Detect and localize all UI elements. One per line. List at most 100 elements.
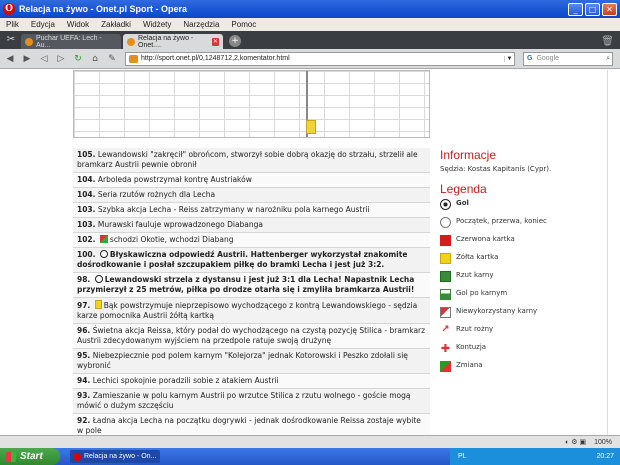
maximize-button[interactable]: □ <box>585 2 600 16</box>
menu-bar: Plik Edycja Widok Zakładki Widżety Narzę… <box>0 18 620 31</box>
reload-icon[interactable]: ↻ <box>71 52 85 66</box>
penalty-goal-icon <box>440 289 451 300</box>
legend-heading: Legenda <box>440 182 487 196</box>
legend-item: Początek, przerwa, koniec <box>440 217 580 228</box>
minute-label: 104. <box>77 190 96 199</box>
url-text: http://sport.onet.pl/0,1248712,2,komenta… <box>141 55 290 62</box>
search-input[interactable]: G Google ⌕ <box>523 51 613 66</box>
penalty-icon <box>440 271 451 282</box>
legend-label: Gol <box>456 199 469 207</box>
menu-item-edit[interactable]: Edycja <box>25 20 61 29</box>
new-tab-button[interactable]: + <box>229 35 241 47</box>
trash-icon[interactable]: 🗑 <box>601 36 614 47</box>
commentary-text: Błyskawiczna odpowiedź Austrii. Hattenbe… <box>77 250 408 269</box>
yellow-marker <box>306 120 316 134</box>
missed-penalty-icon <box>440 307 451 318</box>
legend-item: Gol <box>440 199 580 210</box>
forward-icon[interactable]: ▶ <box>20 52 34 66</box>
legend-label: Niewykorzystany karny <box>456 307 538 315</box>
commentary-entry: 97. Bąk powstrzymuje nieprzepisowo wycho… <box>73 298 430 324</box>
goal-icon <box>94 275 103 283</box>
legend-item: Niewykorzystany karny <box>440 307 580 318</box>
tab-favicon-icon <box>25 37 33 46</box>
commentary-text: Niebezpiecznie pod polem karnym "Kolejor… <box>77 351 408 370</box>
fast-forward-icon[interactable]: ▷ <box>54 52 68 66</box>
window-title: Relacja na żywo - Onet.pl Sport - Opera <box>19 4 188 14</box>
tab-favicon-icon <box>127 37 135 46</box>
red-card-icon <box>440 235 451 246</box>
close-button[interactable]: ✕ <box>602 2 617 16</box>
search-placeholder: Google <box>536 55 560 62</box>
legend-label: Zmiana <box>456 361 483 369</box>
minute-label: 103. <box>77 220 96 229</box>
commentary-text: Lewandowski strzela z dystansu i jest ju… <box>77 275 415 294</box>
menu-item-tools[interactable]: Narzędzia <box>177 20 225 29</box>
commentary-entry: 102. schodzi Okotie, wchodzi Diabang <box>73 233 430 248</box>
status-bar: ◐ ⚙ ▣ 100% <box>0 435 620 448</box>
menu-item-help[interactable]: Pomoc <box>225 20 262 29</box>
address-dropdown-icon[interactable]: ▼ <box>504 55 514 62</box>
language-indicator[interactable]: PL <box>458 453 467 460</box>
commentary-text: Świetna akcja Reissa, który podał do wyc… <box>77 326 426 345</box>
injury-icon: ✚ <box>440 342 451 355</box>
menu-item-bookmarks[interactable]: Zakładki <box>95 20 137 29</box>
commentary-entry: 104. Seria rzutów rożnych dla Lecha <box>73 188 430 203</box>
legend-item: Żółta kartka <box>440 253 580 264</box>
navigation-bar: ◀ ▶ ◁ ▷ ↻ ⌂ ✎ http://sport.onet.pl/0,124… <box>0 49 620 69</box>
commentary-entry: 100. Błyskawiczna odpowiedź Austrii. Hat… <box>73 248 430 273</box>
zoom-level[interactable]: 100% <box>594 439 612 446</box>
menu-item-widgets[interactable]: Widżety <box>137 20 177 29</box>
legend-item: ↗ Rzut rożny <box>440 325 580 336</box>
title-bar: O Relacja na żywo - Onet.pl Sport - Oper… <box>0 0 620 18</box>
menu-item-view[interactable]: Widok <box>61 20 95 29</box>
commentary-feed: 105. Lewandowski "zakręcił" obrońcom, st… <box>73 148 430 435</box>
commentary-text: Arboleda powstrzymał kontrę Austriaków <box>97 175 252 184</box>
info-heading: Informacje <box>440 148 497 162</box>
back-icon[interactable]: ◀ <box>3 52 17 66</box>
rewind-icon[interactable]: ◁ <box>37 52 51 66</box>
menu-item-file[interactable]: Plik <box>0 20 25 29</box>
legend-item: Zmiana <box>440 361 580 372</box>
edit-icon[interactable]: ✎ <box>105 52 119 66</box>
search-icon[interactable]: ⌕ <box>606 55 610 63</box>
status-icons[interactable]: ◐ ⚙ ▣ <box>565 438 586 446</box>
google-icon: G <box>527 55 533 62</box>
commentary-text: Szybka akcja Lecha - Reiss zatrzymany w … <box>97 205 370 214</box>
legend-label: Żółta kartka <box>456 253 499 261</box>
taskbar-item-label: Relacja na żywo - On... <box>84 453 157 460</box>
yellow-card-icon <box>94 300 102 309</box>
goal-icon <box>99 250 108 258</box>
legend-item: Gol po karnym <box>440 289 580 300</box>
minute-label: 105. <box>77 150 96 159</box>
minute-label: 96. <box>77 326 91 335</box>
tray-clock[interactable]: 20:27 <box>596 453 614 460</box>
commentary-text: Bąk powstrzymuje nieprzepisowo wychodząc… <box>77 301 418 320</box>
tab-uefa-cup[interactable]: Puchar UEFA: Lech - Au... <box>21 34 121 49</box>
substitution-icon <box>440 361 451 372</box>
commentary-entry: 105. Lewandowski "zakręcił" obrońcom, st… <box>73 148 430 173</box>
minute-label: 92. <box>77 416 91 425</box>
commentary-entry: 94. Lechici spokojnie poradzili sobie z … <box>73 374 430 389</box>
address-bar[interactable]: http://sport.onet.pl/0,1248712,2,komenta… <box>125 51 515 66</box>
legend-item: Czerwona kartka <box>440 235 580 246</box>
commentary-entry: 93. Zamieszanie w polu karnym Austrii po… <box>73 389 430 414</box>
minute-label: 94. <box>77 376 91 385</box>
close-tab-icon[interactable]: ✕ <box>211 37 219 46</box>
commentary-entry: 98. Lewandowski strzela z dystansu i jes… <box>73 273 430 298</box>
commentary-entry: 95. Niebezpiecznie pod polem karnym "Kol… <box>73 349 430 374</box>
tools-icon[interactable]: ✂ <box>4 33 18 47</box>
legend-item: Rzut karny <box>440 271 580 282</box>
referee-text: Sędzia: Kostas Kapitanis (Cypr). <box>440 165 552 173</box>
taskbar-item-opera[interactable]: Relacja na żywo - On... <box>70 450 160 463</box>
commentary-text: Lewandowski "zakręcił" obrońcom, stworzy… <box>77 150 418 169</box>
opera-icon <box>73 452 81 461</box>
home-icon[interactable]: ⌂ <box>88 52 102 66</box>
legend-label: Rzut rożny <box>456 325 494 333</box>
commentary-text: Murawski fauluje wprowadzonego Diabanga <box>97 220 264 229</box>
lineup-grid <box>73 70 430 138</box>
tab-live-report[interactable]: Relacja na żywo - Onet.... ✕ <box>123 34 223 49</box>
commentary-entry: 96. Świetna akcja Reissa, który podał do… <box>73 324 430 349</box>
start-button[interactable]: Start <box>0 448 60 465</box>
minimize-button[interactable]: _ <box>568 2 583 16</box>
yellow-card-icon <box>440 253 451 264</box>
